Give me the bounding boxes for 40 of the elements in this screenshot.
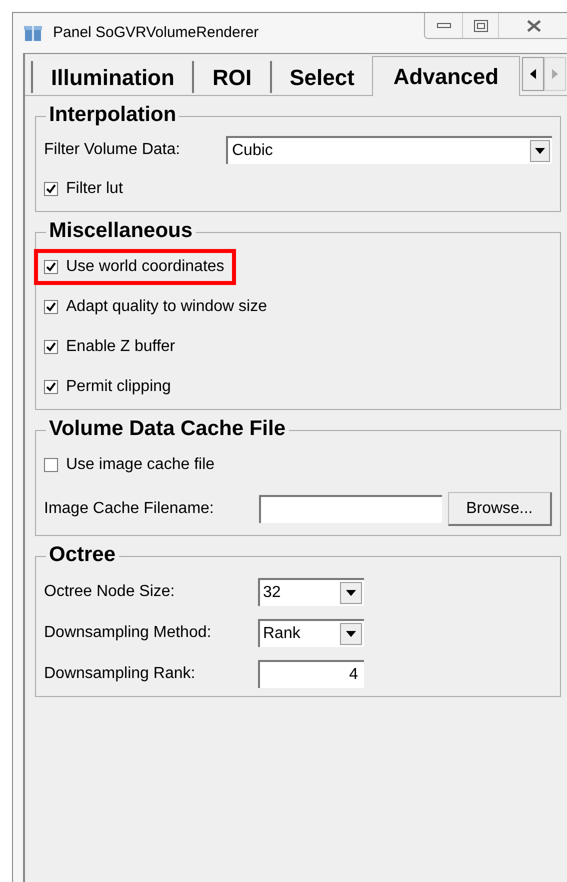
field-label: Octree Node Size: (44, 582, 175, 600)
filter-dropdown[interactable]: Cubic (226, 136, 552, 164)
field-label: Downsampling Method: (44, 624, 212, 640)
checkbox-label: Adapt quality to window size (66, 297, 267, 317)
checkbox-label: Permit clipping (66, 377, 171, 397)
left-arrow-icon (530, 69, 536, 79)
caret-icon (346, 590, 356, 596)
dropdown[interactable]: 32 (258, 578, 364, 606)
checkmark-icon (46, 342, 56, 352)
window-icon (23, 23, 43, 43)
checkmark-icon (46, 262, 56, 272)
checkbox-label: Filter lut (66, 179, 123, 199)
close-icon (527, 20, 541, 32)
filename-field[interactable] (259, 495, 442, 523)
field-label: Image Cache Filename: (44, 500, 214, 517)
tab[interactable]: Advanced (372, 56, 520, 96)
caret-icon (346, 630, 356, 636)
dropdown[interactable]: Rank (258, 618, 364, 646)
maximize-icon (474, 20, 488, 32)
window-title: Panel SoGVRVolumeRenderer (53, 22, 259, 43)
checkbox-label: Enable Z buffer (66, 337, 176, 357)
checkbox[interactable] (44, 182, 58, 196)
checkbox-label: Use world coordinates (66, 257, 224, 277)
browse-button[interactable]: Browse... (448, 492, 552, 526)
checkmark-icon (46, 302, 56, 312)
checkbox[interactable] (44, 300, 58, 314)
checkbox-label: Use image cache file (66, 455, 215, 475)
checkmark-icon (46, 184, 56, 194)
checkbox[interactable] (44, 380, 58, 394)
checkbox[interactable] (44, 458, 58, 472)
number-field[interactable]: 4 (258, 660, 364, 688)
scroll-left-button[interactable] (522, 57, 544, 91)
field-label: Downsampling Rank: (44, 664, 196, 682)
minimize-icon (436, 22, 450, 28)
checkmark-icon (46, 382, 56, 392)
checkbox[interactable] (44, 260, 58, 274)
right-arrow-icon (552, 69, 558, 79)
checkbox[interactable] (44, 340, 58, 354)
field-label: Filter Volume Data: (44, 141, 180, 158)
caret-icon (535, 148, 545, 154)
